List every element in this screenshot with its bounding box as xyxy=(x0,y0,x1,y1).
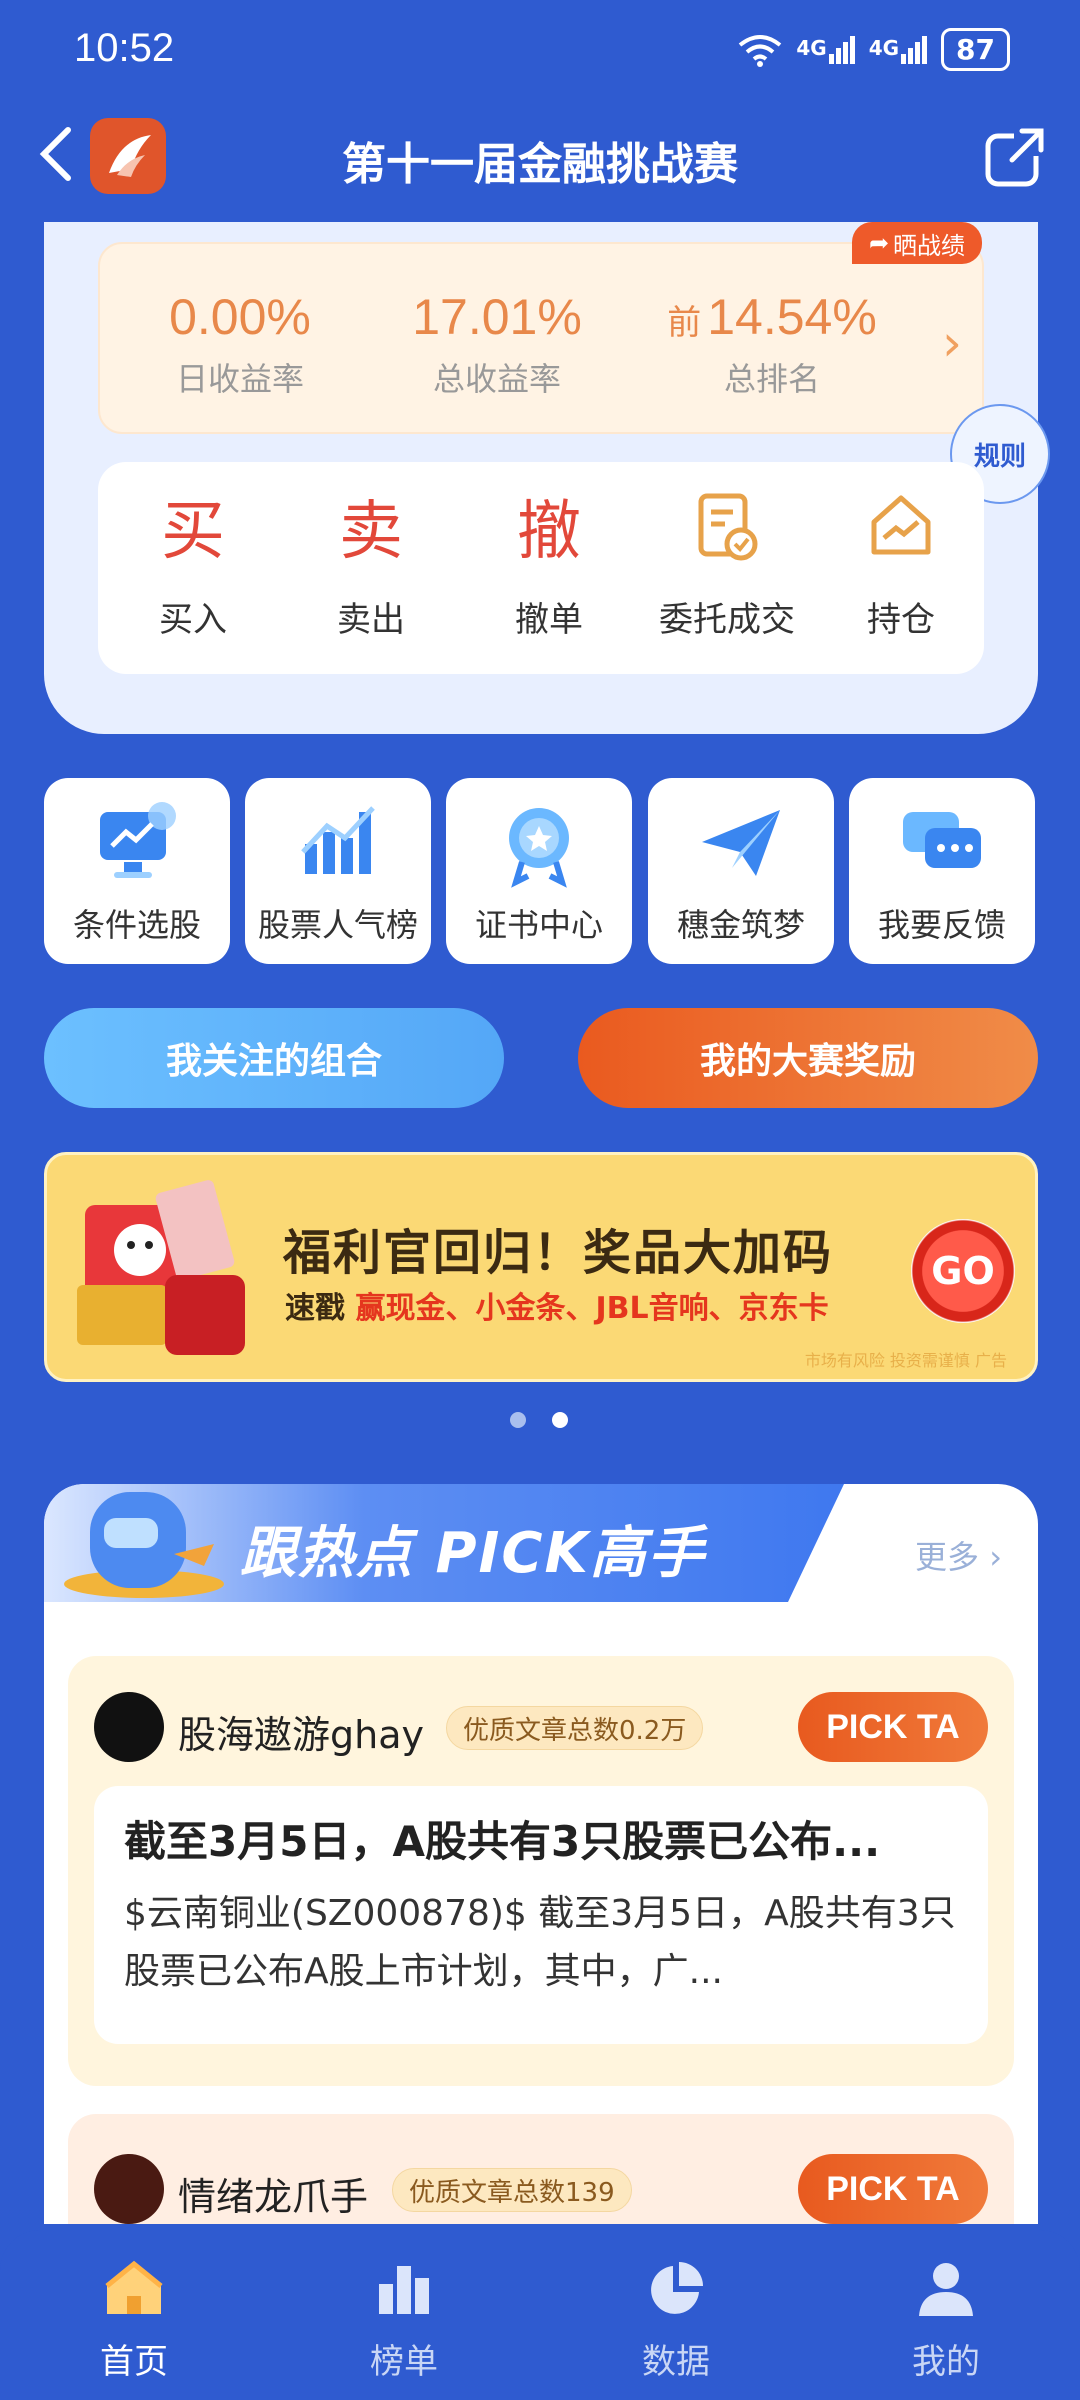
nav-data[interactable]: 数据 xyxy=(606,2258,746,2383)
rank-label: 总排名 xyxy=(723,360,820,398)
tile-stock-screener[interactable]: 条件选股 xyxy=(44,778,230,964)
nav-data-label: 数据 xyxy=(642,2342,710,2382)
status-icons: 4G 4G 87 xyxy=(738,28,1010,71)
tile-stock-screener-label: 条件选股 xyxy=(72,906,201,944)
avatar[interactable] xyxy=(94,2154,164,2224)
show-results-label: 晒战绩 xyxy=(893,231,966,260)
signal-icon: 4G xyxy=(796,35,855,64)
rank-value: 14.54% xyxy=(707,289,877,345)
tile-suijin-dream-label: 穗金筑梦 xyxy=(676,906,805,944)
avatar[interactable] xyxy=(94,1692,164,1762)
orders-button[interactable]: 委托成交 xyxy=(642,492,812,641)
carousel-dot-active xyxy=(552,1412,568,1428)
chevron-right-icon: › xyxy=(989,1538,1002,1576)
cancel-order-label: 撤单 xyxy=(515,600,583,640)
list-item[interactable]: 股海遨游ghay 优质文章总数0.2万 PICK TA 截至3月5日，A股共有3… xyxy=(68,1656,1014,2086)
nav-ranking[interactable]: 榜单 xyxy=(334,2258,474,2383)
daily-return: 0.00% 日收益率 xyxy=(140,288,340,400)
total-return: 17.01% 总收益率 xyxy=(392,288,602,400)
banner-subtitle: 速戳 赢现金、小金条、JBL音响、京东卡 xyxy=(285,1283,829,1327)
status-time: 10:52 xyxy=(74,26,175,70)
document-check-icon xyxy=(642,492,812,572)
trade-actions: 买 买入 卖 卖出 撤 撤单 委托成交 持仓 xyxy=(98,462,984,674)
username[interactable]: 情绪龙爪手 xyxy=(178,2166,368,2221)
promo-banner[interactable]: 福利官回归！奖品大加码 速戳 赢现金、小金条、JBL音响、京东卡 GO 市场有风… xyxy=(44,1152,1038,1382)
more-link[interactable]: 更多 › xyxy=(915,1532,1002,1578)
monitor-chart-icon xyxy=(100,802,176,878)
banner-title: 福利官回归！奖品大加码 xyxy=(283,1225,834,1281)
banner-sub-prefix: 速戳 xyxy=(285,1291,356,1326)
cancel-order-button[interactable]: 撤 撤单 xyxy=(464,492,634,641)
banner-sub-highlight: 赢现金、小金条、JBL音响、京东卡 xyxy=(355,1291,829,1326)
tile-certificate-center-label: 证书中心 xyxy=(474,906,603,944)
chat-bubble-icon xyxy=(903,812,981,868)
tile-suijin-dream[interactable]: 穗金筑梦 xyxy=(648,778,834,964)
followed-portfolio-button[interactable]: 我关注的组合 xyxy=(44,1008,504,1108)
tile-feedback-label: 我要反馈 xyxy=(877,906,1006,944)
bar-chart-icon xyxy=(301,806,375,874)
total-rank: 前 14.54% 总排名 xyxy=(652,288,892,400)
tile-feedback[interactable]: 我要反馈 xyxy=(849,778,1035,964)
sell-button[interactable]: 卖 卖出 xyxy=(286,492,456,641)
holdings-button[interactable]: 持仓 xyxy=(816,492,986,641)
orders-label: 委托成交 xyxy=(659,600,795,640)
mascot-icon xyxy=(64,1492,224,1598)
total-return-value: 17.01% xyxy=(412,289,582,345)
article-count-tag: 优质文章总数139 xyxy=(392,2168,632,2212)
share-icon[interactable] xyxy=(984,126,1046,188)
paper-plane-icon xyxy=(702,810,780,876)
buy-glyph-icon: 买 xyxy=(161,495,225,569)
tile-stock-popularity[interactable]: 股票人气榜 xyxy=(245,778,431,964)
daily-return-value: 0.00% xyxy=(169,289,311,345)
pick-button[interactable]: PICK TA xyxy=(798,1692,988,1762)
user-icon xyxy=(919,2263,973,2316)
chevron-right-icon: › xyxy=(942,314,962,372)
nav-ranking-label: 榜单 xyxy=(370,2342,438,2382)
house-chart-icon xyxy=(816,492,986,572)
red-packet-gifts-icon xyxy=(77,1180,245,1355)
daily-return-label: 日收益率 xyxy=(175,360,304,398)
total-return-label: 总收益率 xyxy=(432,360,561,398)
sell-label: 卖出 xyxy=(337,600,405,640)
post-title: 截至3月5日，A股共有3只股票已公布... xyxy=(124,1817,881,1866)
nav-home[interactable]: 首页 xyxy=(64,2258,204,2383)
buy-button[interactable]: 买 买入 xyxy=(108,492,278,641)
buy-label: 买入 xyxy=(159,600,227,640)
home-icon xyxy=(105,2260,163,2314)
nav-mine[interactable]: 我的 xyxy=(876,2258,1016,2383)
pie-chart-icon xyxy=(651,2262,703,2314)
page-title: 第十一届金融挑战赛 xyxy=(342,140,738,189)
share-arrow-icon: ➦ xyxy=(868,229,890,257)
list-item[interactable]: 情绪龙爪手 优质文章总数139 PICK TA xyxy=(68,2114,1014,2224)
hot-topics-section: 跟热点 PICK高手 更多 › 股海遨游ghay 优质文章总数0.2万 PICK… xyxy=(44,1484,1038,2224)
ranking-icon xyxy=(379,2266,429,2314)
holdings-label: 持仓 xyxy=(867,600,935,640)
post-text: $云南铜业(SZ000878)$ 截至3月5日，A股共有3只股票已公布A股上市计… xyxy=(124,1893,956,1992)
rank-prefix: 前 xyxy=(667,304,702,342)
section-title: 跟热点 PICK高手 xyxy=(240,1521,706,1586)
tile-certificate-center[interactable]: 证书中心 xyxy=(446,778,632,964)
wifi-icon xyxy=(739,34,782,67)
show-results-badge[interactable]: ➦ 晒战绩 xyxy=(852,222,982,264)
contest-rewards-button[interactable]: 我的大赛奖励 xyxy=(578,1008,1038,1108)
sell-glyph-icon: 卖 xyxy=(339,495,403,569)
medal-icon xyxy=(509,808,569,888)
banner-ad-note: 市场有风险 投资需谨慎 广告 xyxy=(804,1351,1007,1370)
nav-home-label: 首页 xyxy=(100,2342,168,2382)
username[interactable]: 股海遨游ghay xyxy=(178,1704,424,1759)
carousel-dot xyxy=(510,1412,526,1428)
more-label: 更多 xyxy=(915,1538,980,1576)
pick-button[interactable]: PICK TA xyxy=(798,2154,988,2224)
signal-icon-2: 4G xyxy=(869,35,928,64)
stats-panel[interactable]: 0.00% 日收益率 17.01% 总收益率 前 14.54% 总排名 › xyxy=(98,242,984,434)
nav-mine-label: 我的 xyxy=(912,2342,980,2382)
bottom-nav: 首页 榜单 数据 我的 xyxy=(0,2230,1080,2400)
post-preview[interactable]: 截至3月5日，A股共有3只股票已公布... $云南铜业(SZ000878)$ 截… xyxy=(94,1786,988,2044)
tile-stock-popularity-label: 股票人气榜 xyxy=(257,906,418,944)
article-count-tag: 优质文章总数0.2万 xyxy=(446,1706,704,1750)
banner-go-button[interactable]: GO xyxy=(911,1219,1015,1323)
battery-indicator: 87 xyxy=(941,28,1010,71)
cancel-glyph-icon: 撤 xyxy=(517,495,581,569)
